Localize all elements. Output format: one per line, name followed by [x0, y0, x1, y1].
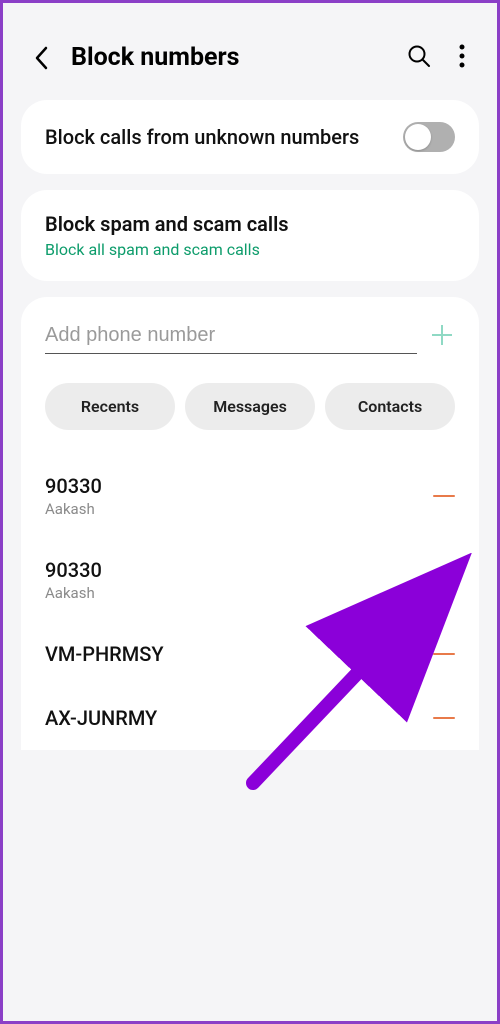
blocked-name: Aakash — [45, 584, 102, 602]
search-icon — [407, 44, 431, 68]
phone-number-input[interactable] — [45, 324, 417, 347]
add-phone-card: Recents Messages Contacts — [21, 297, 479, 454]
remove-button[interactable] — [433, 717, 455, 720]
chevron-left-icon — [34, 46, 48, 70]
block-unknown-toggle[interactable] — [403, 122, 455, 152]
blocked-number: 90330 — [45, 474, 102, 498]
plus-icon — [429, 322, 455, 348]
blocked-number: VM-PHRMSY — [45, 642, 164, 666]
blocked-number: AX-JUNRMY — [45, 706, 157, 730]
remove-button[interactable] — [433, 579, 455, 582]
blocked-item: AX-JUNRMY — [45, 686, 455, 750]
tab-messages[interactable]: Messages — [185, 383, 315, 430]
blocked-name: Aakash — [45, 500, 102, 518]
blocked-item: 90330 Aakash — [45, 454, 455, 538]
tab-contacts[interactable]: Contacts — [325, 383, 455, 430]
block-spam-subtitle: Block all spam and scam calls — [45, 240, 455, 259]
header: Block numbers — [21, 21, 479, 100]
more-vertical-icon — [459, 44, 465, 68]
more-options-button[interactable] — [459, 44, 465, 72]
back-button[interactable] — [29, 46, 53, 70]
add-button[interactable] — [429, 321, 455, 357]
blocked-number: 90330 — [45, 558, 102, 582]
blocked-numbers-list: 90330 Aakash 90330 Aakash VM-PHRMSY AX-J… — [21, 454, 479, 750]
block-spam-setting[interactable]: Block spam and scam calls Block all spam… — [21, 190, 479, 281]
block-spam-title: Block spam and scam calls — [45, 212, 455, 236]
remove-button[interactable] — [433, 495, 455, 498]
search-button[interactable] — [407, 44, 431, 72]
blocked-item: VM-PHRMSY — [45, 622, 455, 686]
remove-button[interactable] — [433, 653, 455, 656]
blocked-item: 90330 Aakash — [45, 538, 455, 622]
block-unknown-label: Block calls from unknown numbers — [45, 124, 359, 151]
tab-recents[interactable]: Recents — [45, 383, 175, 430]
block-unknown-setting[interactable]: Block calls from unknown numbers — [21, 100, 479, 174]
source-tabs: Recents Messages Contacts — [45, 383, 455, 454]
page-title: Block numbers — [71, 43, 389, 72]
